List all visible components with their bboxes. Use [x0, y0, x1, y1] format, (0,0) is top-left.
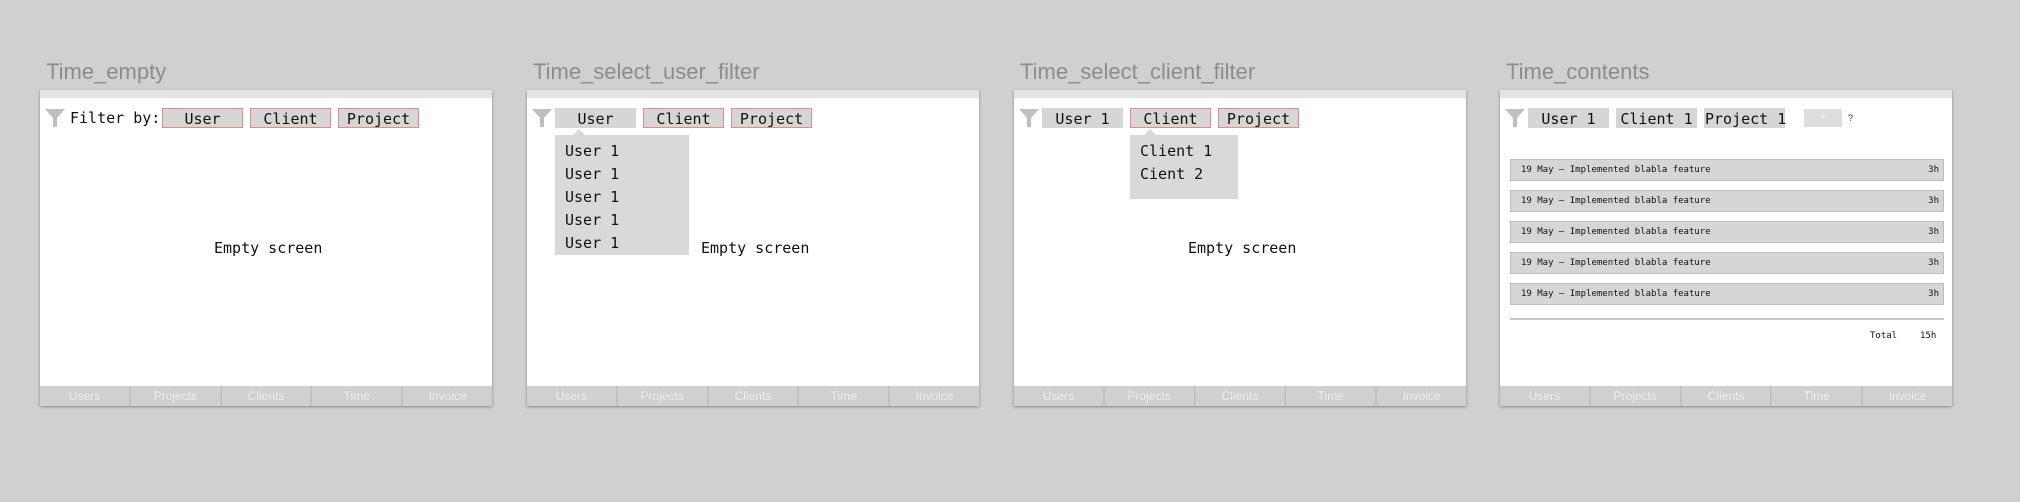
nav-tab-invoice[interactable]: Invoice — [890, 386, 979, 406]
filter-icon[interactable] — [45, 107, 65, 129]
filter-icon[interactable] — [1505, 107, 1525, 129]
entry-hours: 3h — [1928, 165, 1939, 175]
entry-description: 19 May – Implemented blabla feature — [1521, 196, 1711, 206]
frame-top-bar — [1500, 90, 1952, 98]
board-title: Time_empty — [46, 59, 167, 84]
project-filter-button[interactable]: Project 1 — [1704, 108, 1786, 128]
dropdown-option[interactable]: User 1 — [565, 164, 689, 187]
filter-by-label: Filter by: — [70, 109, 161, 127]
time-entry-row[interactable]: 19 May – Implemented blabla feature 3h — [1510, 283, 1944, 305]
total-label: Total — [1870, 331, 1898, 341]
entry-description: 19 May – Implemented blabla feature — [1521, 258, 1711, 268]
bottom-nav: Users Projects Clients Time Invoice — [1500, 386, 1952, 406]
user-dropdown-menu: User 1 User 1 User 1 User 1 User 1 — [555, 135, 689, 255]
dropdown-option[interactable]: User 1 — [565, 141, 689, 164]
user-filter-button[interactable]: User 1 — [1042, 108, 1123, 128]
dropdown-option[interactable]: Cient 2 — [1140, 164, 1238, 187]
nav-tab-users[interactable]: Users — [527, 386, 618, 406]
time-empty-frame: Filter by: User Client Project Empty scr… — [40, 90, 492, 406]
empty-screen-text: Empty screen — [701, 239, 810, 257]
user-filter-button[interactable]: User — [162, 108, 243, 128]
client-filter-button[interactable]: Client 1 — [1616, 108, 1697, 128]
time-entry-row[interactable]: 19 May – Implemented blabla feature 3h — [1510, 221, 1944, 243]
board-title: Time_contents — [1506, 59, 1650, 84]
nav-tab-users[interactable]: Users — [1014, 386, 1105, 406]
frame-top-bar — [527, 90, 979, 98]
dropdown-option[interactable]: User 1 — [565, 210, 689, 233]
nav-tab-invoice[interactable]: Invoice — [1863, 386, 1952, 406]
nav-tab-time[interactable]: Time — [799, 386, 891, 406]
time-entry-row[interactable]: 19 May – Implemented blabla feature 3h — [1510, 159, 1944, 181]
dropdown-option[interactable]: User 1 — [565, 233, 689, 256]
time-select-user-filter-frame: User Client Project User 1 User 1 User 1… — [527, 90, 979, 406]
filter-icon[interactable] — [532, 107, 552, 129]
empty-screen-text: Empty screen — [1188, 239, 1297, 257]
nav-tab-projects[interactable]: Projects — [131, 386, 222, 406]
nav-tab-users[interactable]: Users — [1500, 386, 1591, 406]
nav-tab-projects[interactable]: Projects — [618, 386, 709, 406]
nav-tab-invoice[interactable]: Invoice — [1377, 386, 1466, 406]
nav-tab-clients[interactable]: Clients — [1196, 386, 1287, 406]
nav-tab-clients[interactable]: Clients — [1682, 386, 1773, 406]
nav-tab-time[interactable]: Time — [312, 386, 404, 406]
project-filter-button[interactable]: Project — [731, 108, 812, 128]
add-entry-button[interactable]: + — [1804, 109, 1842, 127]
empty-screen-text: Empty screen — [214, 239, 323, 257]
bottom-nav: Users Projects Clients Time Invoice — [1014, 386, 1466, 406]
time-contents-frame: User 1 Client 1 Project 1 + ? 19 May – I… — [1500, 90, 1952, 406]
board-title: Time_select_user_filter — [533, 59, 760, 84]
frame-top-bar — [1014, 90, 1466, 98]
time-select-client-filter-frame: User 1 Client Project Client 1 Cient 2 E… — [1014, 90, 1466, 406]
entry-hours: 3h — [1928, 289, 1939, 299]
client-filter-button[interactable]: Client — [250, 108, 331, 128]
entry-hours: 3h — [1928, 196, 1939, 206]
user-filter-button[interactable]: User — [555, 108, 636, 128]
frame-top-bar — [40, 90, 492, 98]
time-entry-row[interactable]: 19 May – Implemented blabla feature 3h — [1510, 252, 1944, 274]
project-filter-button[interactable]: Project — [338, 108, 419, 128]
nav-tab-clients[interactable]: Clients — [709, 386, 800, 406]
nav-tab-projects[interactable]: Projects — [1105, 386, 1196, 406]
client-filter-button[interactable]: Client — [1130, 108, 1211, 128]
board-title: Time_select_client_filter — [1020, 59, 1256, 84]
entry-description: 19 May – Implemented blabla feature — [1521, 289, 1711, 299]
nav-tab-clients[interactable]: Clients — [222, 386, 313, 406]
total-value: 15h — [1920, 331, 1937, 341]
dropdown-option[interactable]: User 1 — [565, 187, 689, 210]
help-icon[interactable]: ? — [1848, 110, 1853, 126]
entry-description: 19 May – Implemented blabla feature — [1521, 165, 1711, 175]
nav-tab-invoice[interactable]: Invoice — [403, 386, 492, 406]
filter-icon[interactable] — [1019, 107, 1039, 129]
client-dropdown-menu: Client 1 Cient 2 — [1130, 135, 1238, 199]
entry-description: 19 May – Implemented blabla feature — [1521, 227, 1711, 237]
entry-hours: 3h — [1928, 258, 1939, 268]
client-filter-button[interactable]: Client — [643, 108, 724, 128]
time-entry-row[interactable]: 19 May – Implemented blabla feature 3h — [1510, 190, 1944, 212]
project-filter-button[interactable]: Project — [1218, 108, 1299, 128]
bottom-nav: Users Projects Clients Time Invoice — [40, 386, 492, 406]
dropdown-option[interactable]: Client 1 — [1140, 141, 1238, 164]
nav-tab-users[interactable]: Users — [40, 386, 131, 406]
entry-hours: 3h — [1928, 227, 1939, 237]
bottom-nav: Users Projects Clients Time Invoice — [527, 386, 979, 406]
nav-tab-time[interactable]: Time — [1286, 386, 1378, 406]
total-divider — [1510, 318, 1944, 320]
user-filter-button[interactable]: User 1 — [1528, 108, 1609, 128]
nav-tab-projects[interactable]: Projects — [1591, 386, 1682, 406]
nav-tab-time[interactable]: Time — [1772, 386, 1864, 406]
